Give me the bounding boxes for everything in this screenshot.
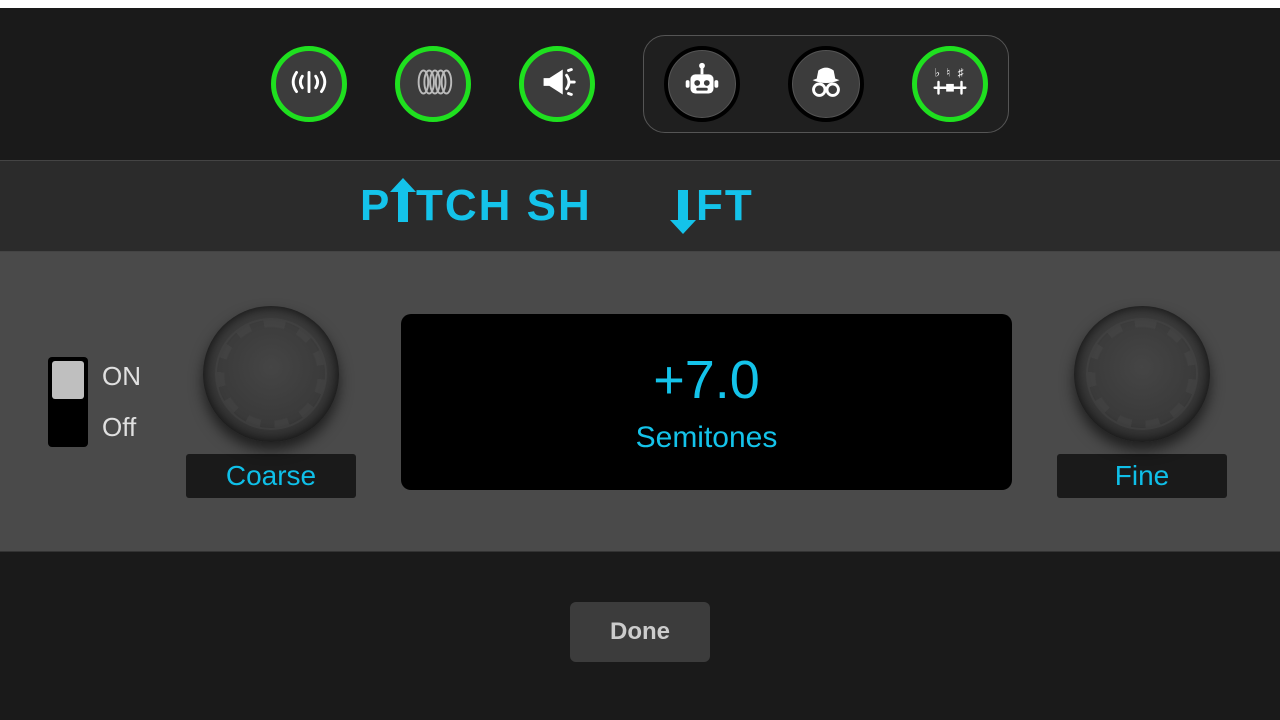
- title-seg-2: TCH SH: [416, 181, 592, 230]
- effect-megaphone-button[interactable]: [519, 46, 595, 122]
- coil-icon: [410, 59, 456, 110]
- pitch-controls-panel: ON Off Coarse +7.0 Semitones Fine: [0, 252, 1280, 552]
- enable-toggle[interactable]: [48, 357, 88, 447]
- fine-knob-group: Fine: [1052, 306, 1232, 498]
- title-seg-3: FT: [696, 181, 754, 230]
- effects-toolbar: ♭ ♮ ♯: [0, 8, 1280, 160]
- coarse-label: Coarse: [186, 454, 356, 498]
- effect-incognito-button[interactable]: [788, 46, 864, 122]
- svg-text:♯: ♯: [958, 67, 964, 79]
- arrow-up-icon: [390, 178, 416, 222]
- effect-pitch-shift-button[interactable]: ♭ ♮ ♯: [912, 46, 988, 122]
- semitone-value: +7.0: [653, 349, 760, 411]
- coarse-knob-group: Coarse: [181, 306, 361, 498]
- done-button[interactable]: Done: [570, 602, 710, 662]
- incognito-icon: [803, 59, 849, 110]
- semitone-unit: Semitones: [636, 421, 778, 455]
- effect-flanger-button[interactable]: [395, 46, 471, 122]
- effect-robot-button[interactable]: [664, 46, 740, 122]
- svg-text:♮: ♮: [946, 67, 950, 79]
- waves-icon: [286, 59, 332, 110]
- title-seg-1: P: [360, 181, 391, 230]
- fine-knob[interactable]: [1074, 306, 1210, 442]
- toggle-thumb: [52, 361, 84, 399]
- off-label: Off: [102, 412, 141, 443]
- window-top-edge: [0, 0, 1280, 8]
- module-title-band: P TCH SH FT: [0, 160, 1280, 252]
- svg-text:♭: ♭: [935, 67, 940, 79]
- effect-reverb-button[interactable]: [271, 46, 347, 122]
- coarse-knob[interactable]: [203, 306, 339, 442]
- enable-toggle-group: ON Off: [48, 357, 141, 447]
- arrow-down-icon: [670, 190, 696, 234]
- voice-effects-group: ♭ ♮ ♯: [643, 35, 1009, 133]
- fine-label: Fine: [1057, 454, 1227, 498]
- pitch-shift-logo: P TCH SH FT: [320, 178, 960, 234]
- footer: Done: [0, 552, 1280, 712]
- tuning-icon: ♭ ♮ ♯: [927, 59, 973, 110]
- megaphone-icon: [534, 59, 580, 110]
- semitone-display: +7.0 Semitones: [401, 314, 1012, 490]
- robot-icon: [679, 59, 725, 110]
- on-label: ON: [102, 361, 141, 392]
